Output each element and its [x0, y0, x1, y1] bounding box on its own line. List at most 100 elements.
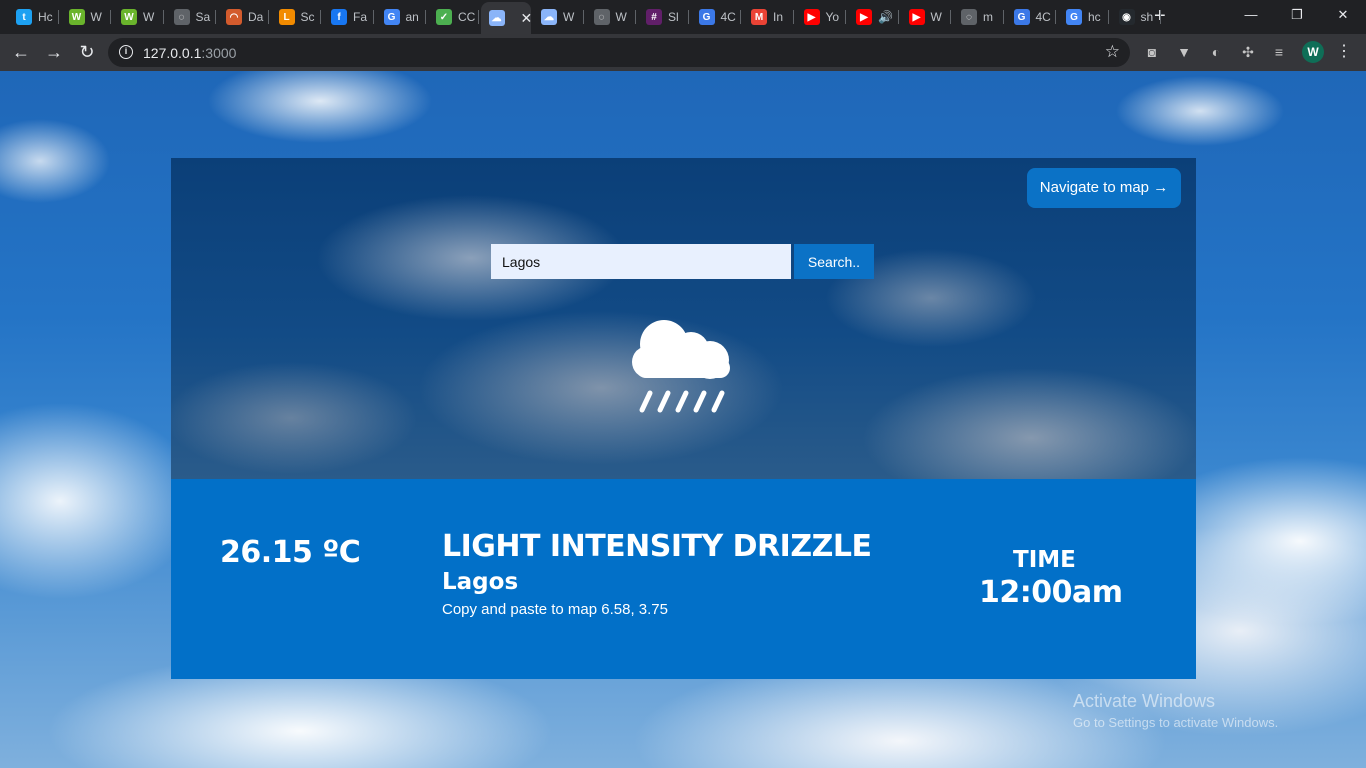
tab-label: an: [405, 10, 419, 24]
browser-tab[interactable]: WW: [113, 4, 164, 30]
browser-tab[interactable]: Gan: [376, 4, 426, 30]
tab-separator: [897, 10, 899, 24]
site-info-icon[interactable]: i: [119, 45, 133, 59]
tab-favicon-icon: ◉: [1118, 9, 1135, 25]
url-text: 127.0.0.1:3000: [143, 45, 236, 61]
vue-devtools-icon[interactable]: ▼: [1175, 43, 1193, 61]
tab-label: Sa: [195, 10, 211, 24]
tab-favicon-icon: ▶: [803, 9, 820, 25]
activate-windows-watermark: Activate Windows Go to Settings to activ…: [1073, 691, 1278, 730]
time-value: 12:00am: [979, 575, 1123, 610]
time-label: TIME: [1013, 547, 1076, 573]
tab-favicon-icon: ☁: [488, 10, 505, 26]
browser-tab[interactable]: Ghc: [1058, 4, 1109, 30]
tab-separator: [845, 10, 846, 24]
puzzle-extensions-icon[interactable]: ✣: [1239, 43, 1257, 61]
tab-separator: [215, 10, 216, 24]
tab-separator: [425, 10, 426, 24]
tab-label: 4C: [720, 10, 736, 24]
url-port: :3000: [201, 45, 237, 61]
address-bar[interactable]: i 127.0.0.1:3000 ☆: [108, 38, 1130, 67]
media-control-icon[interactable]: ≡: [1270, 43, 1288, 61]
browser-tab[interactable]: ✓ CC: [428, 4, 479, 30]
tab-separator: [950, 10, 951, 24]
tab-favicon-icon: L: [278, 9, 295, 25]
tab-separator: [57, 10, 59, 24]
forward-icon[interactable]: →: [42, 41, 66, 63]
tab-close-icon[interactable]: ✕: [521, 10, 532, 27]
browser-toolbar: ← → ↻ i 127.0.0.1:3000 ☆ ◙ ▼ ◐ ✣ ≡ W ⋮: [0, 34, 1366, 71]
tab-favicon-icon: W: [68, 9, 85, 25]
browser-tab-active[interactable]: ☁ ✕: [480, 2, 532, 34]
browser-tab[interactable]: ▶ W: [901, 4, 951, 30]
close-window-button[interactable]: ✕: [1320, 4, 1366, 26]
url-host: 127.0.0.1: [143, 45, 202, 61]
tab-favicon-icon: ▶: [908, 9, 925, 25]
browser-tab[interactable]: ◌ W: [586, 4, 636, 30]
tab-label: Fa: [353, 10, 368, 24]
tab-favicon-icon: G: [383, 9, 400, 25]
city-name: Lagos: [442, 569, 519, 595]
tab-favicon-icon: G: [1066, 9, 1082, 25]
tab-separator: [1107, 10, 1109, 24]
profile-avatar[interactable]: W: [1302, 41, 1324, 63]
tab-label: Da: [248, 10, 264, 24]
tab-favicon-icon: #: [646, 9, 662, 25]
tab-separator: [1055, 10, 1056, 24]
tab-label: 🔊: [878, 10, 893, 24]
page-background: Navigate to map → Search.. 26.15 ºC LIGH…: [0, 71, 1366, 768]
browser-tab[interactable]: ◉ sh: [1111, 4, 1161, 30]
tab-favicon-icon: ◌: [173, 9, 190, 25]
reload-icon[interactable]: ↻: [75, 41, 99, 63]
browser-tab[interactable]: ▶ 🔊: [848, 4, 899, 30]
browser-menu-icon[interactable]: ⋮: [1336, 41, 1352, 63]
browser-tab[interactable]: ▶ Yo: [796, 4, 846, 30]
city-search-input[interactable]: [491, 244, 791, 279]
watermark-subtitle: Go to Settings to activate Windows.: [1073, 715, 1279, 730]
browser-tab[interactable]: L Sc: [271, 4, 321, 30]
tab-favicon-icon: ◌: [593, 9, 610, 25]
browser-tab[interactable]: t Hc: [8, 4, 59, 30]
weather-card-top: Navigate to map → Search..: [171, 158, 1196, 479]
tab-separator: [740, 10, 741, 24]
tab-favicon-icon: f: [331, 9, 347, 25]
browser-tab[interactable]: ☁ W: [533, 4, 584, 30]
tab-separator: [635, 10, 636, 24]
tab-label: Sl: [668, 10, 679, 24]
tab-separator: [792, 10, 794, 24]
browser-tab[interactable]: ◌ Sa: [166, 4, 216, 30]
tab-label: hc: [1088, 10, 1101, 24]
restore-button[interactable]: ❐: [1274, 4, 1320, 26]
minimize-button[interactable]: —: [1228, 4, 1274, 26]
browser-tab[interactable]: f Fa: [323, 4, 374, 30]
tab-separator: [687, 10, 689, 24]
weather-description: LIGHT INTENSITY DRIZZLE: [442, 529, 872, 564]
circle-extension-icon[interactable]: ◐: [1207, 43, 1225, 61]
tab-favicon-icon: ◠: [226, 9, 242, 25]
tab-label: 4C: [1035, 10, 1051, 24]
tab-separator: [162, 10, 164, 24]
browser-tab[interactable]: WW: [61, 4, 111, 30]
search-button[interactable]: Search..: [794, 244, 874, 279]
browser-tab[interactable]: G 4C: [691, 4, 741, 30]
tab-label: W: [143, 10, 155, 24]
bookmark-star-icon[interactable]: ☆: [1105, 42, 1120, 62]
tab-favicon-icon: ◌: [961, 9, 977, 25]
tab-label: W: [930, 10, 942, 24]
browser-tab[interactable]: M In: [743, 4, 794, 30]
browser-tab[interactable]: ◠ Da: [218, 4, 269, 30]
tab-label: m: [983, 10, 993, 24]
browser-tab[interactable]: ◌ m: [953, 4, 1004, 30]
back-icon[interactable]: ←: [9, 41, 33, 63]
browser-tab[interactable]: # Sl: [638, 4, 689, 30]
tab-label: Sc: [300, 10, 315, 24]
tab-favicon-icon: ▶: [856, 9, 872, 25]
tab-separator: [582, 10, 584, 24]
camera-extension-icon[interactable]: ◙: [1143, 43, 1161, 61]
tab-separator: [110, 10, 111, 24]
tab-label: W: [563, 10, 575, 24]
tab-favicon-icon: W: [121, 9, 137, 25]
navigate-to-map-button[interactable]: Navigate to map →: [1027, 168, 1181, 208]
tab-label: W: [615, 10, 627, 24]
browser-tab[interactable]: G 4C: [1006, 4, 1056, 30]
